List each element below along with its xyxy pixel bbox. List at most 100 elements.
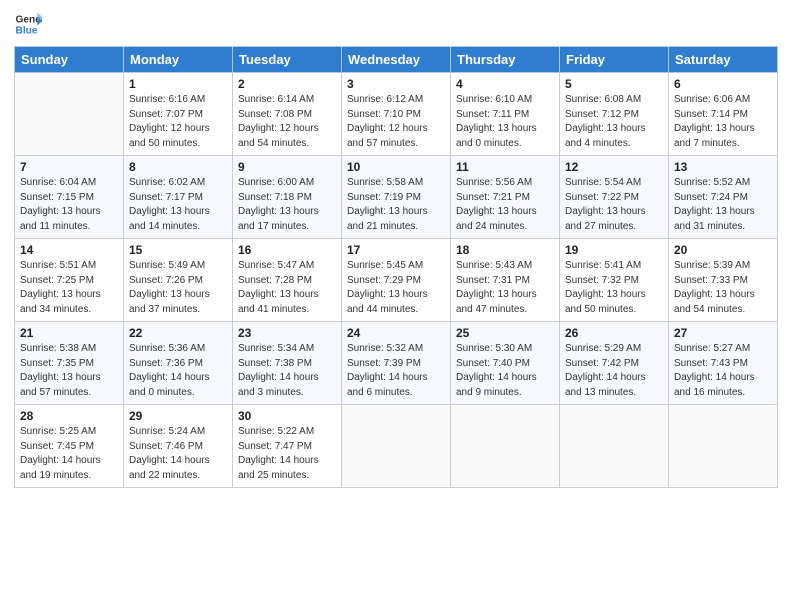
- calendar-cell: 28 Sunrise: 5:25 AM Sunset: 7:45 PM Dayli…: [15, 405, 124, 488]
- day-info: Sunrise: 6:12 AM Sunset: 7:10 PM Dayligh…: [347, 93, 445, 151]
- day-number: 23: [238, 326, 336, 340]
- day-number: 11: [456, 160, 554, 174]
- calendar-cell: 6 Sunrise: 6:06 AM Sunset: 7:14 PM Daylig…: [669, 73, 778, 156]
- day-info: Sunrise: 5:30 AM Sunset: 7:40 PM Dayligh…: [456, 342, 554, 400]
- calendar-cell: 13 Sunrise: 5:52 AM Sunset: 7:24 PM Dayli…: [669, 156, 778, 239]
- col-header-tuesday: Tuesday: [233, 47, 342, 73]
- calendar-cell: 14Sunrise: 5:51 AM Sunset: 7:25 PM Dayli…: [15, 239, 124, 322]
- day-info: Sunrise: 5:56 AM Sunset: 7:21 PM Dayligh…: [456, 176, 554, 234]
- logo-icon: General Blue: [14, 10, 42, 38]
- day-info: Sunrise: 6:08 AM Sunset: 7:12 PM Dayligh…: [565, 93, 663, 151]
- day-info: Sunrise: 5:38 AM Sunset: 7:35 PM Dayligh…: [20, 342, 118, 400]
- calendar-cell: 18 Sunrise: 5:43 AM Sunset: 7:31 PM Dayli…: [451, 239, 560, 322]
- day-number: 21: [20, 326, 118, 340]
- day-info: Sunrise: 5:29 AM Sunset: 7:42 PM Dayligh…: [565, 342, 663, 400]
- day-number: 2: [238, 77, 336, 91]
- day-number: 19: [565, 243, 663, 257]
- day-number: 18: [456, 243, 554, 257]
- day-number: 27: [674, 326, 772, 340]
- day-number: 24: [347, 326, 445, 340]
- day-info: Sunrise: 5:58 AM Sunset: 7:19 PM Dayligh…: [347, 176, 445, 234]
- calendar-cell: 11 Sunrise: 5:56 AM Sunset: 7:21 PM Dayli…: [451, 156, 560, 239]
- day-info: Sunrise: 5:22 AM Sunset: 7:47 PM Dayligh…: [238, 425, 336, 483]
- day-number: 25: [456, 326, 554, 340]
- calendar-cell: 9 Sunrise: 6:00 AM Sunset: 7:18 PM Daylig…: [233, 156, 342, 239]
- day-info: Sunrise: 5:32 AM Sunset: 7:39 PM Dayligh…: [347, 342, 445, 400]
- calendar-cell: 19 Sunrise: 5:41 AM Sunset: 7:32 PM Dayli…: [560, 239, 669, 322]
- calendar-cell: 7 Sunrise: 6:04 AM Sunset: 7:15 PM Daylig…: [15, 156, 124, 239]
- calendar-cell: 22 Sunrise: 5:36 AM Sunset: 7:36 PM Dayli…: [124, 322, 233, 405]
- col-header-saturday: Saturday: [669, 47, 778, 73]
- day-number: 17: [347, 243, 445, 257]
- calendar-cell: 10Sunrise: 5:58 AM Sunset: 7:19 PM Dayli…: [342, 156, 451, 239]
- col-header-sunday: Sunday: [15, 47, 124, 73]
- calendar-cell: 25 Sunrise: 5:30 AM Sunset: 7:40 PM Dayli…: [451, 322, 560, 405]
- day-number: 26: [565, 326, 663, 340]
- day-info: Sunrise: 5:25 AM Sunset: 7:45 PM Dayligh…: [20, 425, 118, 483]
- day-number: 9: [238, 160, 336, 174]
- day-number: 16: [238, 243, 336, 257]
- calendar-cell: 1Sunrise: 6:16 AM Sunset: 7:07 PM Daylig…: [124, 73, 233, 156]
- day-info: Sunrise: 5:49 AM Sunset: 7:26 PM Dayligh…: [129, 259, 227, 317]
- calendar-header-row: SundayMondayTuesdayWednesdayThursdayFrid…: [15, 47, 778, 73]
- calendar-cell: [560, 405, 669, 488]
- col-header-wednesday: Wednesday: [342, 47, 451, 73]
- calendar-cell: 24 Sunrise: 5:32 AM Sunset: 7:39 PM Dayli…: [342, 322, 451, 405]
- calendar-cell: 26 Sunrise: 5:29 AM Sunset: 7:42 PM Dayli…: [560, 322, 669, 405]
- calendar-week-4: 21 Sunrise: 5:38 AM Sunset: 7:35 PM Dayli…: [15, 322, 778, 405]
- day-number: 7: [20, 160, 118, 174]
- calendar-cell: [451, 405, 560, 488]
- calendar-cell: 12 Sunrise: 5:54 AM Sunset: 7:22 PM Dayli…: [560, 156, 669, 239]
- calendar-week-2: 7 Sunrise: 6:04 AM Sunset: 7:15 PM Daylig…: [15, 156, 778, 239]
- page: General Blue SundayMondayTuesdayWednesda…: [0, 0, 792, 612]
- day-info: Sunrise: 5:45 AM Sunset: 7:29 PM Dayligh…: [347, 259, 445, 317]
- day-info: Sunrise: 5:54 AM Sunset: 7:22 PM Dayligh…: [565, 176, 663, 234]
- calendar-week-5: 28 Sunrise: 5:25 AM Sunset: 7:45 PM Dayli…: [15, 405, 778, 488]
- day-info: Sunrise: 6:06 AM Sunset: 7:14 PM Dayligh…: [674, 93, 772, 151]
- calendar-cell: [669, 405, 778, 488]
- calendar-cell: 23 Sunrise: 5:34 AM Sunset: 7:38 PM Dayli…: [233, 322, 342, 405]
- logo: General Blue: [14, 10, 42, 38]
- day-info: Sunrise: 5:36 AM Sunset: 7:36 PM Dayligh…: [129, 342, 227, 400]
- calendar-cell: [15, 73, 124, 156]
- day-number: 1: [129, 77, 227, 91]
- calendar-cell: 16Sunrise: 5:47 AM Sunset: 7:28 PM Dayli…: [233, 239, 342, 322]
- day-info: Sunrise: 6:02 AM Sunset: 7:17 PM Dayligh…: [129, 176, 227, 234]
- calendar-cell: 29 Sunrise: 5:24 AM Sunset: 7:46 PM Dayli…: [124, 405, 233, 488]
- day-number: 13: [674, 160, 772, 174]
- day-number: 4: [456, 77, 554, 91]
- day-info: Sunrise: 6:10 AM Sunset: 7:11 PM Dayligh…: [456, 93, 554, 151]
- calendar-cell: 4 Sunrise: 6:10 AM Sunset: 7:11 PM Daylig…: [451, 73, 560, 156]
- day-number: 28: [20, 409, 118, 423]
- day-number: 30: [238, 409, 336, 423]
- calendar-cell: 30 Sunrise: 5:22 AM Sunset: 7:47 PM Dayli…: [233, 405, 342, 488]
- day-info: Sunrise: 6:14 AM Sunset: 7:08 PM Dayligh…: [238, 93, 336, 151]
- day-number: 14: [20, 243, 118, 257]
- calendar-cell: 17 Sunrise: 5:45 AM Sunset: 7:29 PM Dayli…: [342, 239, 451, 322]
- calendar-week-1: 1Sunrise: 6:16 AM Sunset: 7:07 PM Daylig…: [15, 73, 778, 156]
- calendar-cell: 8Sunrise: 6:02 AM Sunset: 7:17 PM Daylig…: [124, 156, 233, 239]
- day-number: 29: [129, 409, 227, 423]
- day-info: Sunrise: 5:43 AM Sunset: 7:31 PM Dayligh…: [456, 259, 554, 317]
- calendar-cell: 5 Sunrise: 6:08 AM Sunset: 7:12 PM Daylig…: [560, 73, 669, 156]
- day-info: Sunrise: 5:27 AM Sunset: 7:43 PM Dayligh…: [674, 342, 772, 400]
- day-number: 3: [347, 77, 445, 91]
- day-number: 22: [129, 326, 227, 340]
- day-number: 5: [565, 77, 663, 91]
- day-number: 6: [674, 77, 772, 91]
- day-info: Sunrise: 5:52 AM Sunset: 7:24 PM Dayligh…: [674, 176, 772, 234]
- day-info: Sunrise: 6:04 AM Sunset: 7:15 PM Dayligh…: [20, 176, 118, 234]
- col-header-monday: Monday: [124, 47, 233, 73]
- calendar-cell: 21 Sunrise: 5:38 AM Sunset: 7:35 PM Dayli…: [15, 322, 124, 405]
- calendar-cell: 2 Sunrise: 6:14 AM Sunset: 7:08 PM Daylig…: [233, 73, 342, 156]
- day-number: 15: [129, 243, 227, 257]
- day-info: Sunrise: 5:24 AM Sunset: 7:46 PM Dayligh…: [129, 425, 227, 483]
- day-info: Sunrise: 5:34 AM Sunset: 7:38 PM Dayligh…: [238, 342, 336, 400]
- col-header-friday: Friday: [560, 47, 669, 73]
- day-info: Sunrise: 6:00 AM Sunset: 7:18 PM Dayligh…: [238, 176, 336, 234]
- calendar-table: SundayMondayTuesdayWednesdayThursdayFrid…: [14, 46, 778, 488]
- svg-text:Blue: Blue: [16, 25, 38, 36]
- day-number: 20: [674, 243, 772, 257]
- day-info: Sunrise: 5:41 AM Sunset: 7:32 PM Dayligh…: [565, 259, 663, 317]
- day-number: 12: [565, 160, 663, 174]
